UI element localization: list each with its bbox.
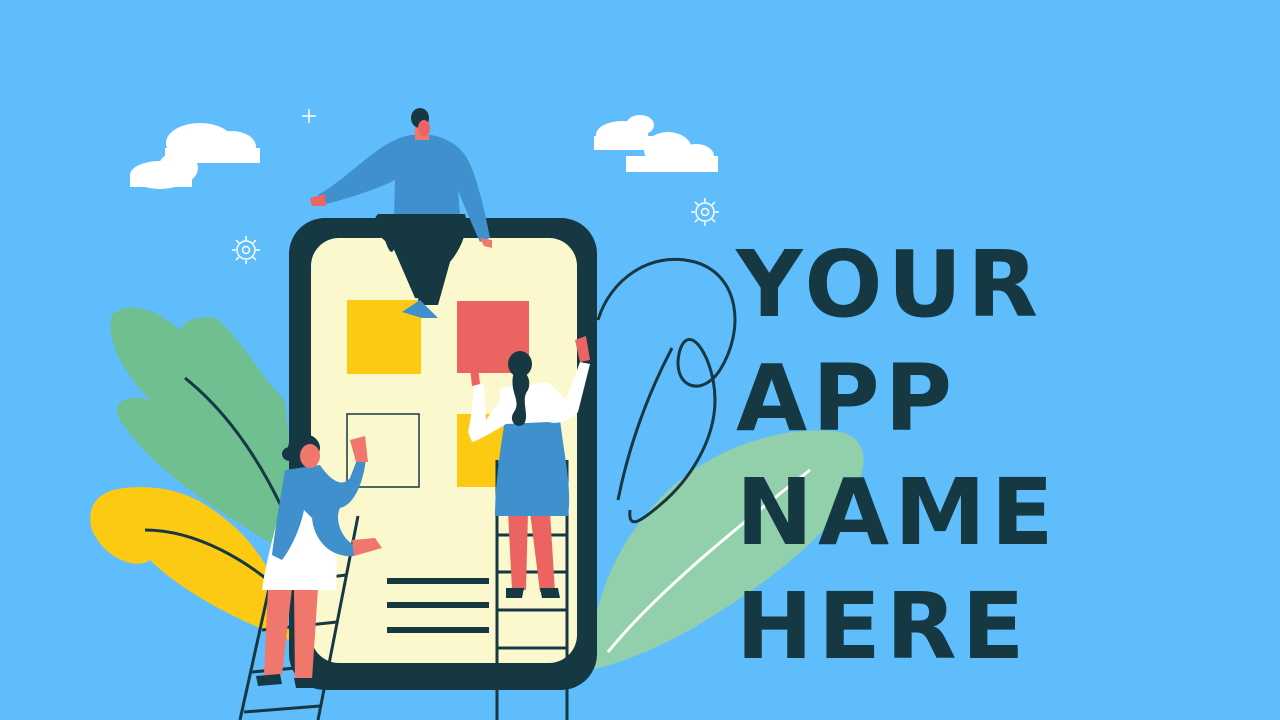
title-line: APP xyxy=(736,345,958,452)
app-name-title: YOUR APP NAME HERE xyxy=(736,228,1256,684)
title-line: NAME xyxy=(736,459,1059,566)
hero-banner: YOUR APP NAME HERE xyxy=(0,0,1280,720)
title-line: HERE xyxy=(736,573,1030,680)
title-line: YOUR xyxy=(736,231,1044,338)
